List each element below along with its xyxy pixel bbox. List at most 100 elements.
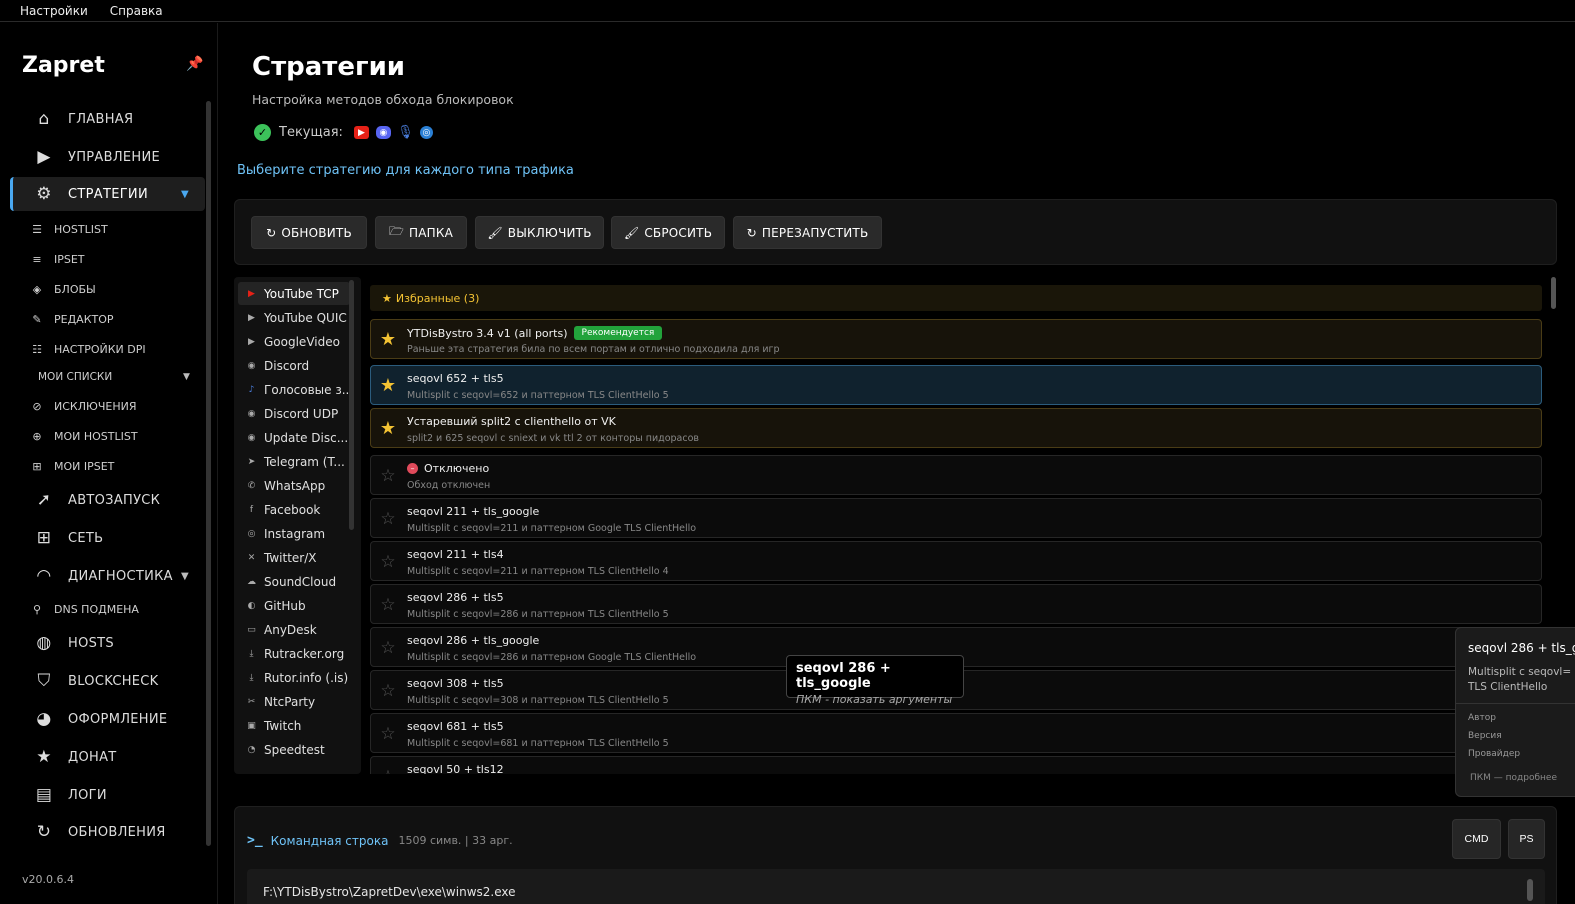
category-item[interactable]: ➤ Telegram (T... <box>238 450 350 473</box>
sidebar-item-logs[interactable]: ▤ ЛОГИ <box>10 778 205 812</box>
category-label: AnyDesk <box>264 622 317 637</box>
ps-button[interactable]: PS <box>1508 819 1545 859</box>
command-scrollbar[interactable] <box>1527 879 1533 901</box>
star-outline-icon[interactable]: ☆ <box>379 552 397 572</box>
category-item[interactable]: ⤓ Rutor.info (.is) <box>238 666 350 689</box>
category-item[interactable]: ▭ AnyDesk <box>238 618 350 641</box>
strategy-item[interactable]: ☆ seqovl 681 + tls5 Multisplit с seqovl=68… <box>370 713 1542 753</box>
pin-icon[interactable]: 📌 <box>186 56 203 72</box>
restart-button[interactable]: ↻ ПЕРЕЗАПУСТИТЬ <box>733 216 882 249</box>
category-item[interactable]: ◉ Discord <box>238 354 350 377</box>
favorites-header[interactable]: ★ Избранные (3) <box>370 285 1542 311</box>
sidebar-item-appearance[interactable]: ◕ ОФОРМЛЕНИЕ <box>10 702 205 736</box>
category-item[interactable]: ♪ Голосовые з... <box>238 378 350 401</box>
star-outline-icon[interactable]: ☆ <box>379 638 397 658</box>
strategy-name: seqovl 211 + tls4 <box>407 548 504 561</box>
download-icon: ⤓ <box>249 648 254 659</box>
home-icon: ⌂ <box>38 109 50 129</box>
menu-help[interactable]: Справка <box>110 4 163 18</box>
category-item[interactable]: ⤓ Rutracker.org <box>238 642 350 665</box>
category-item[interactable]: ✕ Twitter/X <box>238 546 350 569</box>
sidebar-item-donate[interactable]: ★ ДОНАТ <box>10 740 205 774</box>
category-label: Twitch <box>264 718 302 733</box>
star-outline-icon[interactable]: ☆ <box>379 509 397 529</box>
sidebar-item-control[interactable]: ▶ УПРАВЛЕНИЕ <box>10 140 205 174</box>
category-item[interactable]: ◐ GitHub <box>238 594 350 617</box>
redo-icon: ↻ <box>746 225 757 240</box>
category-label: GitHub <box>264 598 306 613</box>
sidebar-item-hosts[interactable]: ◍ HOSTS <box>10 626 205 660</box>
strategy-item[interactable]: ☆ – Отключено Обход отключен <box>370 455 1542 495</box>
strategy-scrollbar[interactable] <box>1551 277 1556 309</box>
sidebar-item-blobs[interactable]: ◈ БЛОБЫ <box>30 277 96 301</box>
sidebar-item-blockcheck[interactable]: ⛉ BLOCKCHECK <box>10 664 205 698</box>
sidebar-item-exclusions[interactable]: ⊘ ИСКЛЮЧЕНИЯ <box>30 394 136 418</box>
star-outline-icon[interactable]: ☆ <box>379 681 397 701</box>
star-outline-icon[interactable]: ☆ <box>379 724 397 744</box>
chevron-down-icon[interactable]: ▼ <box>183 372 190 382</box>
star-filled-icon[interactable]: ★ <box>379 419 397 439</box>
command-text: F:\YTDisBystro\ZapretDev\exe\winws2.exe <box>263 885 516 899</box>
sidebar-item-strategies[interactable]: ⚙ СТРАТЕГИИ ▼ <box>10 177 205 211</box>
category-item[interactable]: f Facebook <box>238 498 350 521</box>
strategy-item[interactable]: ☆ seqovl 50 + tls12 <box>370 756 1542 774</box>
minus-circle-icon: – <box>407 463 418 474</box>
category-item[interactable]: ▶ YouTube TCP <box>238 282 350 305</box>
strategy-item[interactable]: ☆ seqovl 211 + tls4 Multisplit с seqovl=21… <box>370 541 1542 581</box>
info-author-label: Автор <box>1468 713 1496 723</box>
my-lists-label[interactable]: МОИ СПИСКИ <box>38 371 112 383</box>
category-item[interactable]: ◎ Instagram <box>238 522 350 545</box>
strategy-item[interactable]: ★ seqovl 652 + tls5 Multisplit с seqovl=65… <box>370 365 1542 405</box>
sidebar-item-dns-spoof[interactable]: ⚲ DNS ПОДМЕНА <box>30 597 139 621</box>
sidebar-item-home[interactable]: ⌂ ГЛАВНАЯ <box>10 102 205 136</box>
strategy-item[interactable]: ☆ seqovl 211 + tls_google Multisplit с seq… <box>370 498 1542 538</box>
strategy-name-row: – Отключено <box>407 462 489 475</box>
sidebar-item-dpi-settings[interactable]: ☷ НАСТРОЙКИ DPI <box>30 337 146 361</box>
sidebar-item-hostlist[interactable]: ☰ HOSTLIST <box>30 217 108 241</box>
cmd-title: >_ Командная строка 1509 симв. | 33 арг. <box>247 833 513 848</box>
sidebar-item-updates[interactable]: ↻ ОБНОВЛЕНИЯ <box>10 815 205 849</box>
sidebar-item-network[interactable]: ⊞ СЕТЬ <box>10 521 205 555</box>
youtube-icon: ▶ <box>248 312 255 323</box>
star-outline-icon[interactable]: ☆ <box>379 595 397 615</box>
star-filled-icon[interactable]: ★ <box>379 330 397 350</box>
gear-icon: ⚙ <box>36 184 52 204</box>
sidebar-item-autostart[interactable]: ➚ АВТОЗАПУСК <box>10 483 205 517</box>
category-scrollbar[interactable] <box>349 280 354 530</box>
sidebar-item-my-ipset[interactable]: ⊞ МОИ IPSET <box>30 454 114 478</box>
category-item[interactable]: ✂ NtcParty <box>238 690 350 713</box>
strategy-item[interactable]: ★ YTDisBystro 3.4 v1 (all ports) Рекоменду… <box>370 319 1542 359</box>
category-item[interactable]: ◔ Speedtest <box>238 738 350 761</box>
category-item[interactable]: ✆ WhatsApp <box>238 474 350 497</box>
star-outline-icon[interactable]: ☆ <box>379 767 397 774</box>
category-item[interactable]: ◉ Discord UDP <box>238 402 350 425</box>
sidebar-item-ipset[interactable]: ≡ IPSET <box>30 247 84 271</box>
refresh-button[interactable]: ↻ ОБНОВИТЬ <box>251 216 367 249</box>
speedometer-icon: ◔ <box>247 744 256 755</box>
menu-settings[interactable]: Настройки <box>20 4 88 18</box>
sidebar-item-diagnostics[interactable]: ◠ ДИАГНОСТИКА ▼ <box>10 559 205 593</box>
app-version: v20.0.6.4 <box>22 873 74 886</box>
microphone-icon: 🎙 <box>397 125 414 140</box>
cmd-button[interactable]: CMD <box>1452 819 1501 859</box>
star-outline-icon[interactable]: ☆ <box>379 466 397 486</box>
youtube-icon: ▶ <box>248 288 255 299</box>
sidebar-item-my-hostlist[interactable]: ⊕ МОИ HOSTLIST <box>30 424 137 448</box>
command-text-box[interactable]: F:\YTDisBystro\ZapretDev\exe\winws2.exe <box>247 869 1545 904</box>
strategy-item[interactable]: ★ Устаревший split2 с clienthello от VK sp… <box>370 408 1542 448</box>
category-item[interactable]: ☁ SoundCloud <box>238 570 350 593</box>
disable-button[interactable]: 🖌 ВЫКЛЮЧИТЬ <box>475 216 604 249</box>
category-item[interactable]: ▶ YouTube QUIC <box>238 306 350 329</box>
reset-button[interactable]: 🖌 СБРОСИТЬ <box>611 216 725 249</box>
star-filled-icon[interactable]: ★ <box>379 376 397 396</box>
sidebar-scrollbar[interactable] <box>206 101 211 846</box>
strategy-list: ★ Избранные (3) ★ YTDisBystro 3.4 v1 (all… <box>366 277 1548 774</box>
category-item[interactable]: ▣ Twitch <box>238 714 350 737</box>
folder-open-icon: 🗁 <box>388 224 405 238</box>
strategy-item[interactable]: ☆ seqovl 286 + tls5 Multisplit с seqovl=28… <box>370 584 1542 624</box>
play-circle-icon: ▶ <box>37 147 51 167</box>
category-item[interactable]: ◉ Update Disc... <box>238 426 350 449</box>
category-item[interactable]: ▶ GoogleVideo <box>238 330 350 353</box>
folder-button[interactable]: 🗁 ПАПКА <box>375 216 467 249</box>
sidebar-item-editor[interactable]: ✎ РЕДАКТОР <box>30 307 113 331</box>
